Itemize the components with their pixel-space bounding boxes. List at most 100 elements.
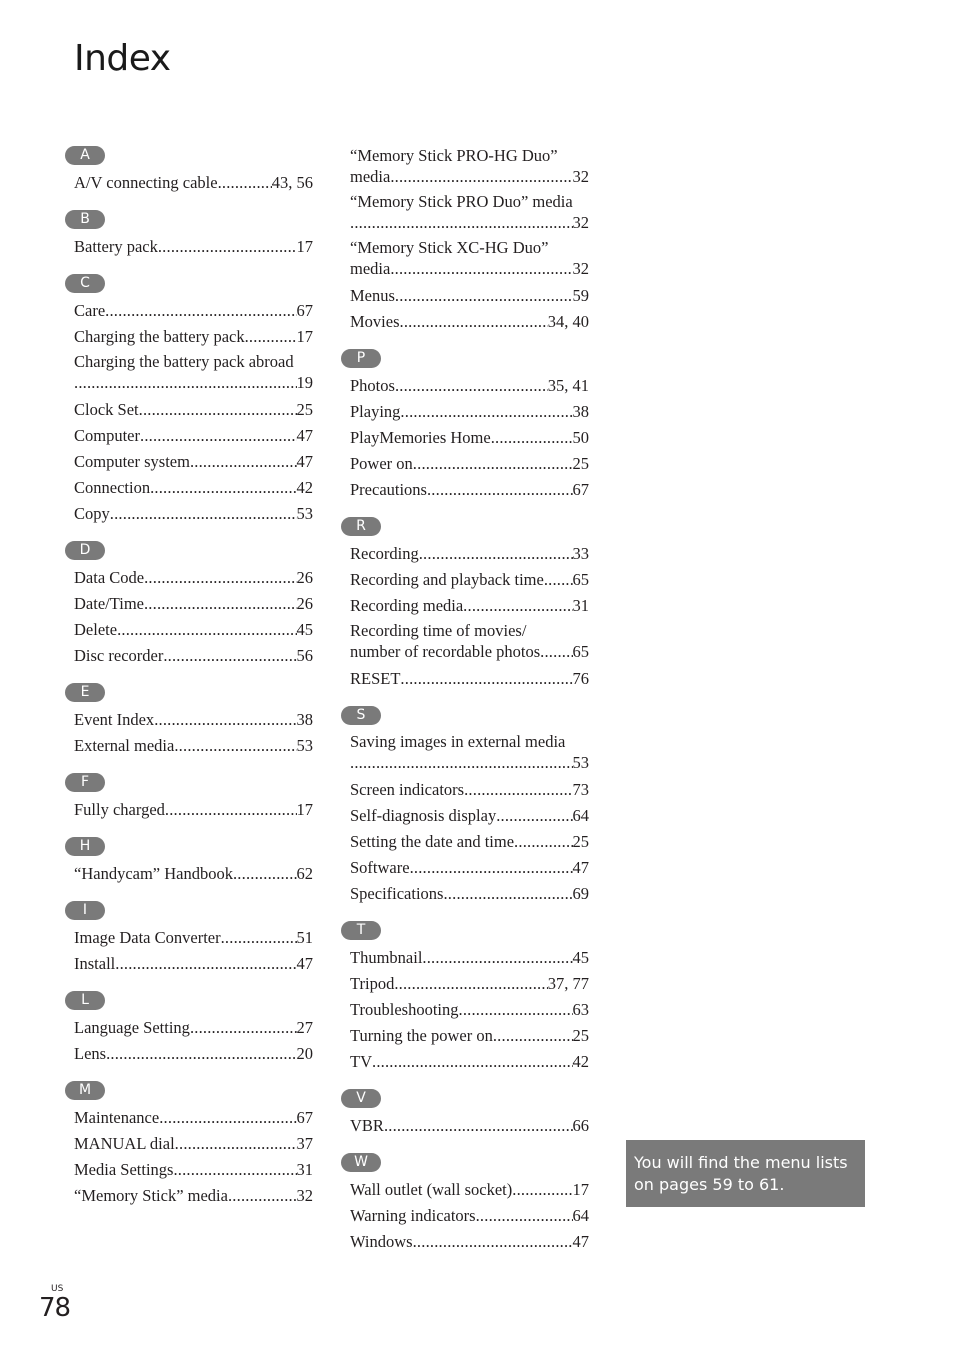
entry-page-ref[interactable]: 25 [573, 1023, 590, 1049]
entry-page-ref[interactable]: 26 [297, 591, 314, 617]
entry-page-ref[interactable]: 32 [573, 258, 590, 279]
index-section: P Photos 35, 41 Playing 38 PlayMemories Home 5… [341, 349, 589, 503]
entry-page-ref[interactable]: 45 [573, 945, 590, 971]
entry-term: Recording [350, 544, 419, 563]
index-entry: Saving images in external media 53 [341, 731, 589, 773]
entry-page-ref[interactable]: 32 [573, 212, 590, 233]
entry-page-ref[interactable]: 76 [573, 666, 590, 692]
entry-page-ref[interactable]: 42 [573, 1049, 590, 1075]
entry-term: RESET [350, 669, 401, 688]
section-letter-badge: A [65, 146, 105, 165]
dot-leader [158, 234, 297, 260]
entry-page-ref[interactable]: 17 [297, 234, 314, 260]
entry-page-ref[interactable]: 38 [297, 707, 314, 733]
entry-page-ref[interactable]: 65 [573, 641, 590, 662]
entry-page-ref[interactable]: 47 [297, 951, 314, 977]
entry-page-ref[interactable]: 50 [573, 425, 590, 451]
entry-page-ref[interactable]: 53 [573, 752, 590, 773]
index-entry: Maintenance 67 [65, 1105, 313, 1131]
section-letter-badge: P [341, 349, 381, 368]
entry-term: “Memory Stick PRO Duo” media [350, 192, 573, 211]
entry-page-ref[interactable]: 34, 40 [548, 309, 589, 335]
dot-leader [110, 501, 297, 527]
dot-leader [74, 372, 297, 393]
entry-page-ref[interactable]: 27 [297, 1015, 314, 1041]
entry-page-ref[interactable]: 43, 56 [272, 170, 313, 196]
entry-page-ref[interactable]: 38 [573, 399, 590, 425]
entry-page-ref[interactable]: 25 [573, 829, 590, 855]
entry-page-ref[interactable]: 64 [573, 1203, 590, 1229]
entry-page-ref[interactable]: 45 [297, 617, 314, 643]
entry-page-ref[interactable]: 25 [297, 397, 314, 423]
entry-page-ref[interactable]: 32 [297, 1183, 314, 1209]
entry-page-ref[interactable]: 47 [573, 1229, 590, 1255]
entry-page-ref[interactable]: 42 [297, 475, 314, 501]
entry-page-ref[interactable]: 33 [573, 541, 590, 567]
entry-term: Screen indicators [350, 780, 465, 799]
entry-page-ref[interactable]: 67 [297, 298, 314, 324]
index-section: E Event Index 38 External media 53 [65, 683, 313, 759]
entry-term: Fully charged [74, 800, 165, 819]
entry-page-ref[interactable]: 53 [297, 501, 314, 527]
index-entry: “Handycam” Handbook 62 [65, 861, 313, 887]
entry-term: Menus [350, 286, 395, 305]
entry-page-ref[interactable]: 31 [297, 1157, 314, 1183]
entry-page-ref[interactable]: 17 [297, 797, 314, 823]
entry-term: Recording and playback time [350, 570, 544, 589]
entry-term: Maintenance [74, 1108, 160, 1127]
entry-page-ref[interactable]: 47 [297, 449, 314, 475]
entry-page-ref[interactable]: 65 [573, 567, 590, 593]
entry-term-continued: number of recordable photos [350, 642, 541, 661]
index-section: L Language Setting 27 Lens 20 [65, 991, 313, 1067]
entry-page-ref[interactable]: 32 [573, 166, 590, 187]
entry-page-ref[interactable]: 67 [573, 477, 590, 503]
entry-page-ref[interactable]: 19 [297, 372, 314, 393]
dot-leader [159, 1105, 296, 1131]
entry-term: Turning the power on [350, 1026, 493, 1045]
entry-page-ref[interactable]: 31 [573, 593, 590, 619]
entry-term: Playing [350, 402, 401, 421]
entry-page-ref[interactable]: 25 [573, 451, 590, 477]
index-section: WWall outlet (wall socket)17Warning indi… [341, 1153, 589, 1255]
entry-page-ref[interactable]: 17 [573, 1177, 590, 1203]
entry-page-ref[interactable]: 56 [297, 643, 314, 669]
index-entry: Screen indicators 73 [341, 777, 589, 803]
entry-page-ref[interactable]: 47 [573, 855, 590, 881]
entry-page-ref[interactable]: 53 [297, 733, 314, 759]
dot-leader [372, 1049, 573, 1075]
entry-page-ref[interactable]: 64 [573, 803, 590, 829]
entry-page-ref[interactable]: 51 [297, 925, 314, 951]
index-entry: Photos 35, 41 [341, 373, 589, 399]
entry-term: Disc recorder [74, 646, 164, 665]
entry-page-ref[interactable]: 66 [573, 1113, 590, 1139]
index-entry: Wall outlet (wall socket) 17 [341, 1177, 589, 1203]
entry-page-ref[interactable]: 73 [573, 777, 590, 803]
entry-term: Tripod [350, 974, 395, 993]
index-entry: Self-diagnosis display 64 [341, 803, 589, 829]
entry-term: Self-diagnosis display [350, 806, 497, 825]
entry-page-ref[interactable]: 20 [297, 1041, 314, 1067]
menu-lists-note: You will find the menu lists on pages 59… [626, 1140, 865, 1207]
entry-page-ref[interactable]: 26 [297, 565, 314, 591]
entry-page-ref[interactable]: 63 [573, 997, 590, 1023]
index-entry: Connection 42 [65, 475, 313, 501]
page-title: Index [74, 38, 171, 79]
index-section: I Image Data Converter 51 Install 47 [65, 901, 313, 977]
dot-leader [496, 803, 572, 829]
index-entry: Recording media 31 [341, 593, 589, 619]
entry-page-ref[interactable]: 62 [297, 861, 314, 887]
entry-page-ref[interactable]: 37, 77 [548, 971, 589, 997]
entry-page-ref[interactable]: 47 [297, 423, 314, 449]
entry-page-ref[interactable]: 69 [573, 881, 590, 907]
entry-term: VBR [350, 1116, 384, 1135]
entry-page-ref[interactable]: 17 [297, 324, 314, 350]
section-letter-badge: S [341, 706, 381, 725]
section-letter-badge: W [341, 1153, 381, 1172]
entry-page-ref[interactable]: 67 [297, 1105, 314, 1131]
dot-leader [476, 1203, 573, 1229]
entry-page-ref[interactable]: 35, 41 [548, 373, 589, 399]
entry-page-ref[interactable]: 59 [573, 283, 590, 309]
index-section: R Recording 33 Recording and playback time 6… [341, 517, 589, 692]
dot-leader [493, 1023, 573, 1049]
entry-page-ref[interactable]: 37 [297, 1131, 314, 1157]
